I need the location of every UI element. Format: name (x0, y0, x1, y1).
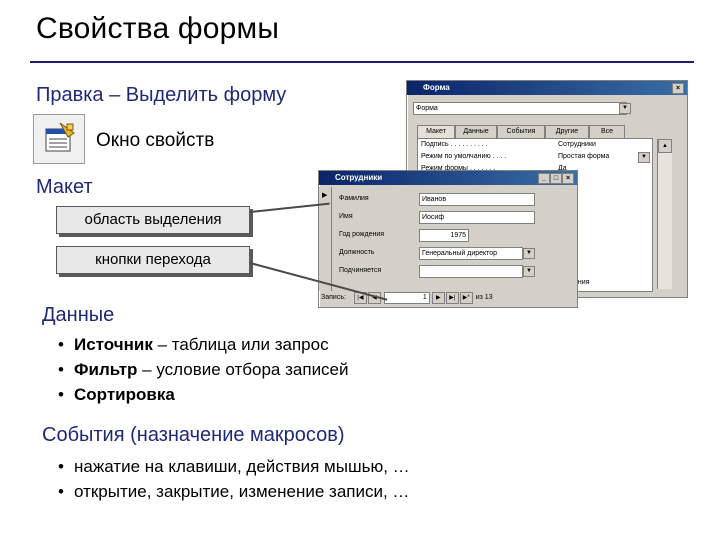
field-label: Подчиняется (339, 267, 382, 274)
chevron-down-icon[interactable]: ▼ (638, 152, 650, 163)
list-item: открытие, закрытие, изменение записи, … (58, 479, 518, 504)
chevron-down-icon[interactable]: ▼ (619, 103, 631, 114)
object-selector-value: Форма (416, 105, 438, 112)
list-item: нажатие на клавиши, действия мышью, … (58, 454, 518, 479)
chevron-down-icon[interactable]: ▼ (523, 266, 535, 277)
employee-form-title: Сотрудники (335, 173, 383, 182)
events-list: нажатие на клавиши, действия мышью, … от… (58, 454, 518, 504)
properties-icon (45, 122, 75, 152)
list-item: Источник – таблица или запрос (58, 332, 478, 357)
property-value[interactable]: Сотрудники (558, 139, 596, 151)
maximize-icon[interactable]: □ (550, 173, 562, 184)
field-label: Год рождения (339, 231, 385, 238)
property-sheet-title: Форма (423, 83, 450, 92)
tab-data[interactable]: Данные (455, 125, 497, 138)
property-label: Режим по умолчанию . . . . (421, 153, 507, 160)
data-heading: Данные (42, 304, 115, 326)
chevron-down-icon[interactable]: ▼ (523, 248, 535, 259)
property-scrollbar[interactable]: ▲ (657, 139, 672, 289)
scroll-up-icon[interactable]: ▲ (658, 139, 672, 153)
employee-form-titlebar: Сотрудники _ □ × (319, 171, 577, 185)
property-label: Подпись . . . . . . . . . . (421, 141, 488, 148)
property-tabs: Макет Данные События Другие Все (413, 125, 679, 139)
property-sheet-titlebar: Форма × (407, 81, 687, 95)
title-divider (30, 61, 694, 63)
record-number-input[interactable]: 1 (383, 292, 430, 304)
new-record-icon[interactable]: ▶* (459, 292, 473, 304)
layout-heading: Макет (36, 176, 93, 198)
birth-year-field[interactable]: 1975 (419, 229, 469, 242)
tab-all[interactable]: Все (589, 125, 625, 138)
manager-field[interactable] (419, 265, 523, 278)
tab-events[interactable]: События (497, 125, 545, 138)
nav-label: Запись: (321, 294, 346, 301)
property-value[interactable]: Простая форма (558, 151, 609, 163)
properties-window-label: Окно свойств (96, 130, 215, 151)
selection-area-callout: область выделения (56, 206, 250, 234)
data-list: Источник – таблица или запрос Фильтр – у… (58, 332, 478, 407)
record-pointer-icon: ▶ (322, 192, 328, 199)
properties-button[interactable] (33, 114, 85, 164)
close-icon[interactable]: × (562, 173, 574, 184)
minimize-icon[interactable]: _ (538, 173, 550, 184)
list-item: Сортировка (58, 382, 478, 407)
navigation-buttons-callout: кнопки перехода (56, 246, 250, 274)
lastname-field[interactable]: Иванов (419, 193, 535, 206)
menu-path-heading: Правка – Выделить форму (36, 84, 287, 106)
tab-layout[interactable]: Макет (417, 125, 455, 138)
events-heading: События (назначение макросов) (42, 424, 345, 446)
close-icon[interactable]: × (672, 83, 684, 94)
list-item: Фильтр – условие отбора записей (58, 357, 478, 382)
record-total: из 13 (475, 294, 493, 301)
employee-form-window: Сотрудники _ □ × ▶ Фамилия Иванов Имя Ио… (318, 170, 578, 308)
navigation-bar: Запись: |◀ ◀ 1 ▶ ▶| ▶* из 13 (321, 292, 573, 304)
position-field[interactable]: Генеральный директор (419, 247, 523, 260)
object-selector[interactable]: Форма (413, 102, 627, 115)
last-record-icon[interactable]: ▶| (445, 292, 459, 304)
field-label: Имя (339, 213, 353, 220)
slide-title: Свойства формы (36, 12, 280, 45)
next-record-icon[interactable]: ▶ (431, 292, 445, 304)
tab-other[interactable]: Другие (545, 125, 589, 138)
field-label: Должность (339, 249, 375, 256)
field-label: Фамилия (339, 195, 369, 202)
firstname-field[interactable]: Иосиф (419, 211, 535, 224)
